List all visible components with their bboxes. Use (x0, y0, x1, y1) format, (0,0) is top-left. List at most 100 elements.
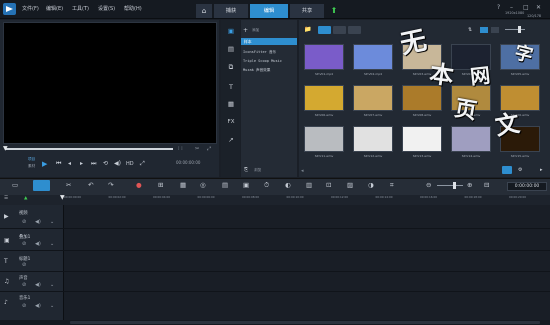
media-category-icon[interactable]: ▣ (226, 27, 236, 36)
maximize-icon[interactable]: □ (523, 4, 529, 11)
split-screen-icon[interactable]: ▥ (306, 181, 312, 189)
enlarge-icon[interactable]: ⤢ (207, 146, 211, 152)
media-thumbnail[interactable] (353, 85, 393, 111)
scrubber-handle-icon[interactable]: ▼ (3, 145, 8, 152)
timeline-scroll-thumb[interactable] (70, 321, 540, 324)
filter-category-icon[interactable]: FX (226, 118, 236, 127)
close-icon[interactable]: ✕ (536, 4, 541, 11)
preview-scrubber[interactable] (5, 148, 173, 150)
tab-capture[interactable]: 捕获 (214, 4, 248, 18)
speed-icon[interactable]: ⏱ (264, 181, 269, 190)
track-lock-icon[interactable]: ⊘ (22, 262, 26, 268)
track-expand-icon[interactable]: ⌄ (50, 303, 54, 309)
scroll-left-icon[interactable]: ◂ (301, 168, 304, 174)
folder-item[interactable]: IconsFitter 音乐 (243, 50, 276, 55)
filter-photo-button[interactable] (333, 26, 346, 34)
redo-icon[interactable]: ↷ (108, 181, 113, 189)
filter-audio-button[interactable] (348, 26, 361, 34)
tab-share[interactable]: 共享 (290, 4, 324, 18)
prev-frame-icon[interactable]: ◂ (68, 160, 71, 167)
instant-project-icon[interactable]: ▤ (226, 45, 236, 54)
go-start-icon[interactable]: ⏮ (56, 160, 61, 168)
chapter-icon[interactable]: ⌗ (390, 181, 394, 190)
motion-track-icon[interactable]: ◎ (200, 181, 206, 189)
path-category-icon[interactable]: ↗ (226, 136, 236, 145)
track-mute-icon[interactable]: ◀) (35, 219, 41, 225)
browse-icon[interactable]: ⎘ (244, 167, 248, 173)
folder-item[interactable]: Triple Scoop Music (243, 59, 282, 63)
folder-item[interactable]: Muzak 声音效果 (243, 68, 270, 73)
title-category-icon[interactable]: T (226, 83, 236, 92)
track-lock-icon[interactable]: ⊘ (22, 241, 26, 247)
media-thumbnail[interactable] (402, 126, 442, 152)
media-thumbnail[interactable] (304, 44, 344, 70)
media-thumbnail[interactable] (353, 126, 393, 152)
media-thumbnail[interactable] (304, 85, 344, 111)
upload-icon[interactable]: ⬆ (327, 4, 341, 18)
timeline-view-button[interactable] (33, 180, 50, 191)
preview-video[interactable] (3, 22, 217, 144)
storyboard-view-icon[interactable]: ▭ (12, 181, 18, 189)
track-lock-icon[interactable]: ⊘ (22, 282, 26, 288)
minimize-icon[interactable]: – (510, 4, 513, 11)
import-folder-icon[interactable]: 📁 (304, 26, 311, 33)
list-view-icon[interactable] (491, 27, 499, 33)
next-frame-icon[interactable]: ▸ (80, 160, 83, 167)
track-expand-icon[interactable]: ⌄ (50, 282, 54, 288)
hd-button[interactable]: HD (126, 161, 134, 167)
auto-music-icon[interactable]: ▦ (180, 181, 186, 189)
track-mute-icon[interactable]: ◀) (35, 282, 41, 288)
color-grade-icon[interactable]: ◑ (368, 181, 374, 189)
multicam-icon[interactable]: ▣ (243, 181, 249, 189)
track-mute-icon[interactable]: ◀) (35, 303, 41, 309)
library-option-button[interactable] (502, 166, 512, 174)
tab-edit[interactable]: 编辑 (250, 4, 288, 18)
trim-marker-icon[interactable]: ⁞ ⁞ (178, 146, 183, 152)
clip-mode-label[interactable]: 素材 (28, 164, 35, 169)
track-expand-icon[interactable]: ⌄ (50, 219, 54, 225)
repeat-icon[interactable]: ⟲ (103, 160, 108, 167)
track-expand-icon[interactable]: ⌄ (50, 241, 54, 247)
track-manager-icon[interactable]: ☰ (4, 196, 8, 201)
play-button[interactable]: ▶ (42, 160, 47, 168)
add-track-icon[interactable]: ▲ (24, 196, 27, 201)
expand-icon[interactable]: ⤢ (140, 160, 145, 168)
menu-edit[interactable]: 编辑(E) (46, 5, 63, 12)
track-area[interactable] (64, 205, 550, 320)
timeline-timecode[interactable]: 0:00:00:00 (507, 182, 547, 191)
add-folder-label[interactable]: 添加 (252, 28, 259, 33)
transition-category-icon[interactable]: ⧉ (226, 63, 236, 72)
subtitle-icon[interactable]: ▤ (222, 181, 228, 189)
record-icon[interactable]: ● (136, 181, 142, 189)
zoom-out-icon[interactable]: ⊖ (426, 181, 431, 189)
thumbnail-view-icon[interactable] (480, 27, 488, 33)
folder-item-selected[interactable]: 样本 (241, 38, 297, 45)
media-thumbnail[interactable] (304, 126, 344, 152)
menu-settings[interactable]: 设置(S) (98, 5, 115, 12)
scroll-right-icon[interactable]: ▸ (540, 167, 543, 173)
tab-home[interactable]: ⌂ (196, 4, 212, 18)
zoom-handle[interactable] (453, 182, 456, 189)
thumb-size-handle[interactable] (518, 26, 521, 33)
track-lock-icon[interactable]: ⊘ (22, 303, 26, 309)
tools-icon[interactable]: ✂ (66, 181, 71, 189)
volume-icon[interactable]: ◀) (114, 160, 121, 167)
help-icon[interactable]: ? (497, 4, 500, 11)
stabilize-icon[interactable]: ⊡ (326, 181, 331, 189)
track-mute-icon[interactable]: ◀) (35, 241, 41, 247)
menu-tools[interactable]: 工具(T) (72, 5, 89, 12)
timecode-display[interactable]: 00:00:00:00 (176, 160, 200, 165)
sound-mixer-icon[interactable]: ⊞ (158, 181, 163, 189)
mask-icon[interactable]: ◐ (285, 181, 291, 189)
filter-video-button[interactable] (318, 26, 331, 34)
thumb-size-slider[interactable] (505, 29, 525, 30)
media-thumbnail[interactable] (451, 126, 491, 152)
go-end-icon[interactable]: ⏭ (91, 160, 96, 168)
project-mode-label[interactable]: 项目 (28, 157, 35, 162)
audio-duck-icon[interactable]: ▨ (347, 181, 353, 189)
split-icon[interactable]: ✂ (195, 146, 199, 152)
menu-file[interactable]: 文件(F) (22, 5, 39, 12)
graphics-category-icon[interactable]: ▦ (226, 100, 236, 109)
zoom-slider[interactable] (437, 185, 463, 186)
zoom-in-icon[interactable]: ⊕ (467, 181, 472, 189)
